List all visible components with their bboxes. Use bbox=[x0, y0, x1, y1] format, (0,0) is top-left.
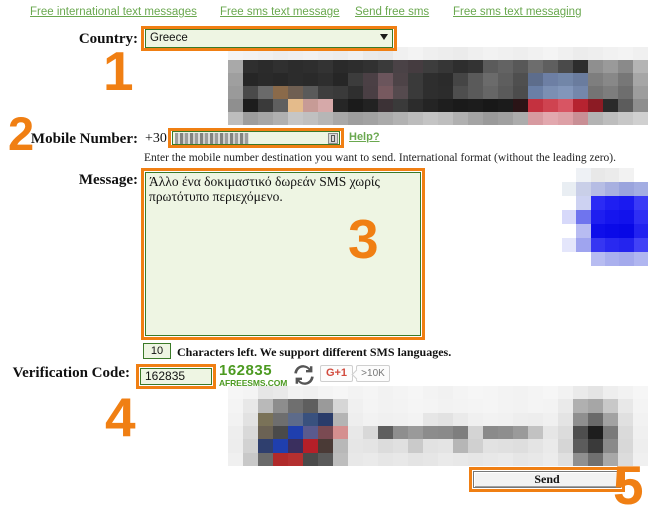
characters-left-text: Characters left. We support different SM… bbox=[177, 345, 452, 359]
country-select[interactable]: Greece bbox=[145, 29, 393, 48]
send-button[interactable]: Send bbox=[473, 471, 621, 488]
chevron-down-icon bbox=[380, 34, 388, 40]
verification-code-label: Verification Code: bbox=[12, 365, 130, 381]
keyword-link-bar: Free international text messages Free sm… bbox=[0, 6, 648, 24]
message-textarea[interactable]: Άλλο ένα δοκιμαστικό δωρεάν SMS χωρίς πρ… bbox=[145, 172, 421, 336]
mobile-number-input[interactable] bbox=[172, 131, 340, 145]
captcha-brand-text: AFREESMS.COM bbox=[219, 378, 288, 388]
step-number-5: 5 bbox=[613, 454, 644, 516]
number-stepper-icon[interactable] bbox=[328, 133, 338, 144]
link-free-sms-text-messaging[interactable]: Free sms text messaging bbox=[453, 6, 581, 18]
google-plus-one-count[interactable]: >10K bbox=[356, 365, 390, 382]
ad-banner-top[interactable] bbox=[228, 47, 648, 125]
google-plus-one-button[interactable]: G+1 bbox=[320, 365, 353, 382]
help-link[interactable]: Help? bbox=[349, 131, 380, 143]
step-number-1: 1 bbox=[103, 40, 134, 102]
message-label: Message: bbox=[78, 172, 138, 188]
page-root: Free international text messages Free sm… bbox=[0, 0, 648, 513]
step-number-4: 4 bbox=[105, 386, 136, 448]
mobile-number-hint: Enter the mobile number destination you … bbox=[144, 152, 617, 164]
step-number-2: 2 bbox=[8, 107, 35, 160]
captcha-image: 162835 AFREESMS.COM bbox=[219, 362, 289, 388]
verification-code-input[interactable]: 162835 bbox=[140, 368, 212, 385]
ad-banner-right[interactable] bbox=[562, 168, 648, 266]
link-free-international-text-messages[interactable]: Free international text messages bbox=[30, 6, 197, 18]
country-selected-value: Greece bbox=[150, 32, 188, 44]
country-dial-prefix: +30 bbox=[145, 131, 167, 146]
characters-left-counter: 10 bbox=[143, 343, 171, 359]
ad-banner-bottom[interactable] bbox=[228, 386, 648, 466]
link-send-free-sms[interactable]: Send free sms bbox=[355, 6, 429, 18]
step-number-3: 3 bbox=[348, 208, 379, 270]
masked-phone-number bbox=[175, 133, 249, 144]
link-free-sms-text-message[interactable]: Free sms text message bbox=[220, 6, 340, 18]
refresh-icon[interactable] bbox=[293, 364, 315, 386]
captcha-code-text: 162835 bbox=[219, 362, 273, 379]
